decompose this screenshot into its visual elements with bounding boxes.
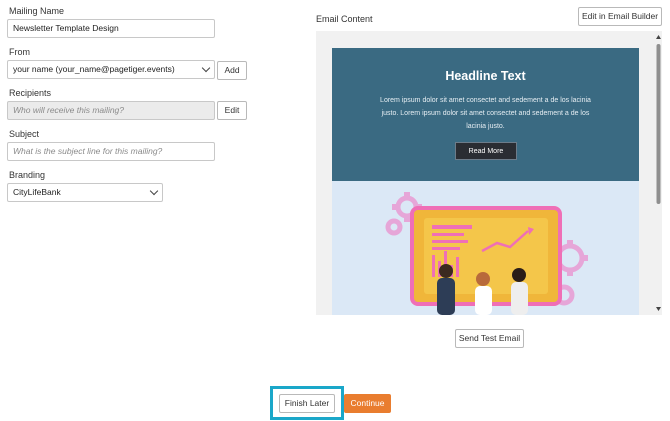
email-hero: Headline Text Lorem ipsum dolor sit amet…: [332, 48, 639, 181]
continue-button[interactable]: Continue: [344, 394, 391, 413]
recipients-input[interactable]: Who will receive this mailing?: [7, 101, 215, 120]
chevron-down-icon: [201, 63, 211, 73]
send-test-email-button[interactable]: Send Test Email: [455, 329, 524, 348]
branding-label: Branding: [9, 170, 46, 180]
scrollbar[interactable]: [655, 33, 662, 313]
mailing-name-input[interactable]: Newsletter Template Design: [7, 19, 215, 38]
edit-recipients-button[interactable]: Edit: [217, 101, 247, 120]
chevron-down-icon: [149, 186, 159, 196]
branding-select-value: CityLifeBank: [13, 187, 61, 197]
branding-select[interactable]: CityLifeBank: [7, 183, 163, 202]
from-select-value: your name (your_name@pagetiger.events): [13, 64, 175, 74]
subject-input[interactable]: What is the subject line for this mailin…: [7, 142, 215, 161]
mailing-name-label: Mailing Name: [9, 6, 65, 16]
subject-label: Subject: [9, 129, 40, 139]
finish-later-button[interactable]: Finish Later: [279, 394, 335, 413]
edit-in-email-builder-button[interactable]: Edit in Email Builder: [578, 7, 662, 26]
add-sender-button[interactable]: Add: [217, 61, 247, 80]
email-illustration: [332, 181, 639, 315]
email-preview-card: Headline Text Lorem ipsum dolor sit amet…: [332, 48, 639, 315]
from-label: From: [9, 47, 30, 57]
email-headline: Headline Text: [445, 69, 526, 83]
from-select[interactable]: your name (your_name@pagetiger.events): [7, 60, 215, 79]
read-more-button: Read More: [455, 142, 517, 160]
email-content-label: Email Content: [316, 14, 373, 24]
email-body-text: Lorem ipsum dolor sit amet consectet and…: [380, 97, 591, 130]
email-preview[interactable]: Headline Text Lorem ipsum dolor sit amet…: [316, 31, 662, 315]
recipients-label: Recipients: [9, 88, 52, 98]
recipients-placeholder: Who will receive this mailing?: [13, 105, 125, 115]
subject-placeholder: What is the subject line for this mailin…: [13, 146, 163, 156]
